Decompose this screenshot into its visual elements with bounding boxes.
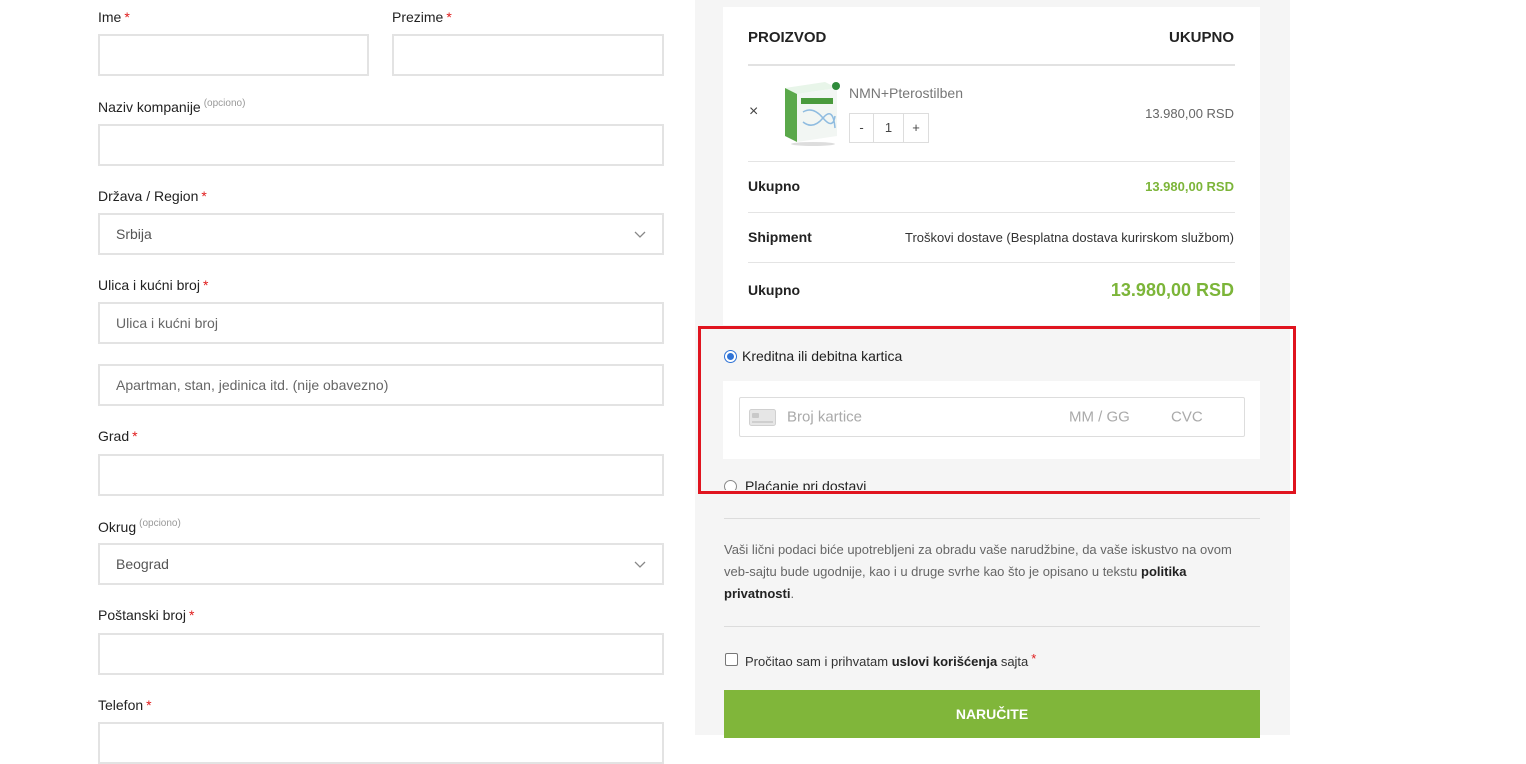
- col-product-header: PROIZVOD: [748, 29, 827, 46]
- postcode-input[interactable]: [98, 633, 664, 675]
- company-input[interactable]: [98, 124, 664, 166]
- terms-label[interactable]: Pročitao sam i prihvatam uslovi korišćen…: [745, 651, 1036, 669]
- divider: [748, 212, 1235, 213]
- chevron-down-icon: [634, 231, 646, 238]
- city-label: Grad *: [98, 428, 138, 444]
- divider: [724, 518, 1260, 519]
- qty-decrease-button[interactable]: -: [849, 113, 874, 143]
- shipment-label: Shipment: [748, 229, 812, 245]
- col-total-header: UKUPNO: [1168, 29, 1234, 46]
- country-value: Srbija: [116, 226, 152, 242]
- phone-label: Telefon *: [98, 697, 152, 713]
- shipment-value: Troškovi dostave (Besplatna dostava kuri…: [905, 230, 1234, 245]
- order-summary-card: [723, 7, 1260, 325]
- product-image: [785, 82, 840, 146]
- privacy-notice: Vaši lični podaci biće upotrebljeni za o…: [724, 542, 1232, 601]
- district-label: Okrug (opciono): [98, 518, 181, 535]
- item-price: 13.980,00 RSD: [1145, 106, 1234, 121]
- street-input[interactable]: Ulica i kućni broj: [98, 302, 664, 344]
- district-select[interactable]: Beograd: [98, 543, 664, 585]
- apartment-placeholder: Apartman, stan, jedinica itd. (nije obav…: [116, 377, 389, 393]
- subtotal-value: 13.980,00 RSD: [1145, 179, 1234, 194]
- terms-checkbox[interactable]: [725, 653, 738, 666]
- divider: [748, 64, 1235, 66]
- last-name-label: Prezime *: [392, 9, 452, 25]
- qty-input[interactable]: 1: [873, 113, 904, 143]
- qty-increase-button[interactable]: +: [903, 113, 929, 143]
- phone-input[interactable]: [98, 722, 664, 764]
- first-name-label: Ime *: [98, 9, 130, 25]
- product-name: NMN+Pterostilben: [849, 85, 963, 101]
- first-name-input[interactable]: [98, 34, 369, 76]
- place-order-button[interactable]: NARUČITE: [724, 690, 1260, 738]
- city-input[interactable]: [98, 454, 664, 496]
- company-label: Naziv kompanije (opciono): [98, 98, 246, 115]
- apartment-input[interactable]: Apartman, stan, jedinica itd. (nije obav…: [98, 364, 664, 406]
- street-placeholder: Ulica i kućni broj: [116, 315, 218, 331]
- postcode-label: Poštanski broj *: [98, 607, 195, 623]
- district-value: Beograd: [116, 556, 169, 572]
- divider: [748, 161, 1235, 162]
- last-name-input[interactable]: [392, 34, 664, 76]
- subtotal-label: Ukupno: [748, 178, 801, 194]
- payment-highlight-box: [698, 326, 1296, 494]
- terms-link[interactable]: uslovi korišćenja: [892, 654, 998, 669]
- country-label: Država / Region *: [98, 188, 207, 204]
- total-label: Ukupno: [748, 282, 801, 298]
- remove-item-button[interactable]: ×: [749, 103, 758, 121]
- divider: [724, 626, 1260, 627]
- chevron-down-icon: [634, 561, 646, 568]
- street-label: Ulica i kućni broj *: [98, 277, 209, 293]
- country-select[interactable]: Srbija: [98, 213, 664, 255]
- divider: [748, 262, 1235, 263]
- total-value: 13.980,00 RSD: [1110, 280, 1234, 300]
